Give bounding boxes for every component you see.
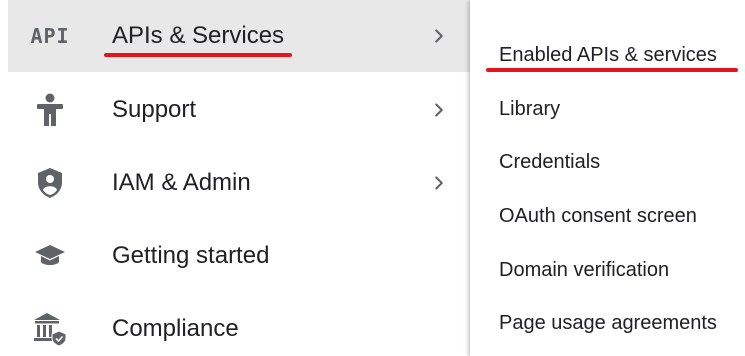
chevron-right-icon	[435, 29, 443, 43]
api-icon: API	[30, 18, 70, 54]
submenu-item-credentials[interactable]: Credentials	[470, 135, 745, 189]
submenu-item-label: Page usage agreements	[499, 311, 717, 334]
graduation-cap-icon	[32, 238, 68, 274]
accessibility-person-icon	[32, 92, 68, 128]
shield-person-icon	[32, 165, 68, 201]
submenu-item-label: Credentials	[499, 150, 601, 173]
nav-item-support[interactable]: Support	[8, 74, 470, 146]
submenu-item-label: Domain verification	[499, 258, 670, 281]
nav-item-compliance[interactable]: Compliance	[8, 293, 470, 356]
nav-item-apis-services[interactable]: API APIs & Services	[8, 0, 470, 72]
submenu-item-label: Enabled APIs & services	[499, 43, 717, 66]
nav-item-getting-started[interactable]: Getting started	[8, 220, 470, 292]
nav-item-label: APIs & Services	[112, 22, 285, 49]
api-icon-text: API	[30, 24, 70, 48]
chevron-right-icon	[435, 103, 443, 117]
submenu-item-domain-verification[interactable]: Domain verification	[470, 243, 745, 297]
nav-item-iam-admin[interactable]: IAM & Admin	[8, 147, 470, 219]
submenu-item-label: OAuth consent screen	[499, 204, 697, 227]
bank-shield-icon	[32, 311, 68, 347]
chevron-right-icon	[435, 176, 443, 190]
submenu-top-padding	[470, 0, 745, 14]
red-underline-annotation	[486, 68, 738, 72]
apis-services-submenu: Enabled APIs & services Library Credenti…	[470, 0, 745, 356]
nav-item-label: Getting started	[112, 242, 270, 269]
submenu-item-oauth-consent-screen[interactable]: OAuth consent screen	[470, 189, 745, 243]
navigation-menu: API APIs & Services Support IAM & Admin …	[0, 0, 470, 356]
nav-item-label: IAM & Admin	[112, 169, 251, 196]
nav-item-label: Compliance	[112, 315, 239, 342]
submenu-item-library[interactable]: Library	[470, 82, 745, 136]
nav-item-label: Support	[112, 96, 197, 123]
submenu-item-label: Library	[499, 97, 561, 120]
submenu-item-page-usage-agreements[interactable]: Page usage agreements	[470, 296, 745, 350]
red-underline-annotation	[104, 53, 292, 57]
submenu-item-enabled-apis[interactable]: Enabled APIs & services	[470, 28, 745, 82]
screen: API APIs & Services Support IAM & Admin …	[0, 0, 745, 356]
